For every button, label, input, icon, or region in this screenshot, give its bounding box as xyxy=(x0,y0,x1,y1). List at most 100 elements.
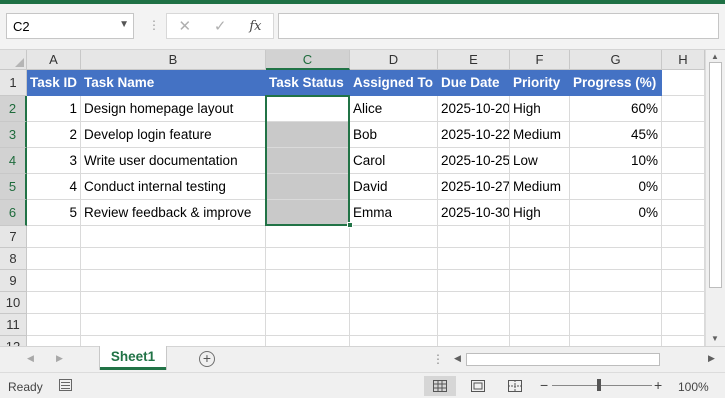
table-cell[interactable]: 3 xyxy=(27,148,81,174)
row-header-4[interactable]: 4 xyxy=(0,148,27,174)
empty-cell[interactable] xyxy=(266,314,350,336)
empty-cell[interactable] xyxy=(266,226,350,248)
empty-cell[interactable] xyxy=(662,336,705,346)
column-header-a[interactable]: A xyxy=(27,50,81,70)
select-all-button[interactable] xyxy=(0,50,27,70)
header-cell[interactable]: Priority xyxy=(510,70,570,96)
sheet-tab-sheet1[interactable]: Sheet1 xyxy=(100,346,166,370)
task-status-cell[interactable] xyxy=(266,174,350,200)
empty-cell[interactable] xyxy=(27,292,81,314)
normal-view-button[interactable] xyxy=(424,376,456,396)
scroll-right-icon[interactable]: ▶ xyxy=(708,353,715,364)
scroll-left-icon[interactable]: ◀ xyxy=(454,353,461,364)
empty-cell[interactable] xyxy=(266,248,350,270)
task-status-cell[interactable] xyxy=(266,122,350,148)
empty-cell[interactable] xyxy=(662,292,705,314)
empty-cell[interactable] xyxy=(510,314,570,336)
table-cell[interactable]: Emma xyxy=(350,200,438,226)
table-cell[interactable]: 10% xyxy=(570,148,662,174)
row-header-10[interactable]: 10 xyxy=(0,292,27,314)
tab-splitter-icon[interactable]: ⋮ xyxy=(432,352,444,366)
header-cell[interactable]: Assigned To xyxy=(350,70,438,96)
table-cell[interactable]: Design homepage layout xyxy=(81,96,266,122)
empty-cell[interactable] xyxy=(510,226,570,248)
empty-cell[interactable] xyxy=(662,122,705,148)
row-header-6[interactable]: 6 xyxy=(0,200,27,226)
page-break-view-button[interactable] xyxy=(499,376,531,396)
header-cell[interactable]: Task ID xyxy=(27,70,81,96)
table-cell[interactable]: David xyxy=(350,174,438,200)
table-cell[interactable]: Low xyxy=(510,148,570,174)
column-header-d[interactable]: D xyxy=(350,50,438,70)
zoom-slider[interactable] xyxy=(552,385,652,386)
row-header-7[interactable]: 7 xyxy=(0,226,27,248)
row-header-1[interactable]: 1 xyxy=(0,70,27,96)
empty-cell[interactable] xyxy=(81,314,266,336)
zoom-out-icon[interactable]: − xyxy=(540,377,548,393)
table-cell[interactable]: Medium xyxy=(510,174,570,200)
empty-cell[interactable] xyxy=(27,270,81,292)
row-header-11[interactable]: 11 xyxy=(0,314,27,336)
empty-cell[interactable] xyxy=(510,292,570,314)
empty-cell[interactable] xyxy=(27,226,81,248)
task-status-cell[interactable] xyxy=(266,96,350,122)
table-cell[interactable]: Write user documentation xyxy=(81,148,266,174)
empty-cell[interactable] xyxy=(438,292,510,314)
column-header-b[interactable]: B xyxy=(81,50,266,70)
row-header-5[interactable]: 5 xyxy=(0,174,27,200)
empty-cell[interactable] xyxy=(81,270,266,292)
empty-cell[interactable] xyxy=(662,148,705,174)
table-cell[interactable]: Carol xyxy=(350,148,438,174)
table-cell[interactable]: 0% xyxy=(570,174,662,200)
empty-cell[interactable] xyxy=(570,248,662,270)
table-cell[interactable]: 2025-10-30 xyxy=(438,200,510,226)
formula-input[interactable] xyxy=(278,13,719,39)
column-header-e[interactable]: E xyxy=(438,50,510,70)
header-cell[interactable]: Due Date xyxy=(438,70,510,96)
empty-cell[interactable] xyxy=(662,70,705,96)
column-header-h[interactable]: H xyxy=(662,50,705,70)
empty-cell[interactable] xyxy=(266,336,350,346)
scroll-up-icon[interactable]: ▲ xyxy=(711,52,719,61)
empty-cell[interactable] xyxy=(81,226,266,248)
column-header-c[interactable]: C xyxy=(266,50,350,70)
empty-cell[interactable] xyxy=(570,226,662,248)
table-cell[interactable]: Develop login feature xyxy=(81,122,266,148)
empty-cell[interactable] xyxy=(350,336,438,346)
row-header-12[interactable]: 12 xyxy=(0,336,27,346)
scroll-down-icon[interactable]: ▼ xyxy=(711,334,719,343)
column-header-f[interactable]: F xyxy=(510,50,570,70)
next-sheet-icon[interactable]: ▶ xyxy=(56,353,63,364)
table-cell[interactable]: High xyxy=(510,200,570,226)
table-cell[interactable]: Conduct internal testing xyxy=(81,174,266,200)
row-header-9[interactable]: 9 xyxy=(0,270,27,292)
empty-cell[interactable] xyxy=(662,226,705,248)
header-cell[interactable]: Progress (%) xyxy=(570,70,662,96)
page-layout-view-button[interactable] xyxy=(462,376,494,396)
row-header-8[interactable]: 8 xyxy=(0,248,27,270)
task-status-cell[interactable] xyxy=(266,200,350,226)
table-cell[interactable]: Alice xyxy=(350,96,438,122)
empty-cell[interactable] xyxy=(81,292,266,314)
empty-cell[interactable] xyxy=(350,248,438,270)
horizontal-scroll-thumb[interactable] xyxy=(466,353,660,366)
empty-cell[interactable] xyxy=(570,292,662,314)
table-cell[interactable]: 45% xyxy=(570,122,662,148)
table-cell[interactable]: High xyxy=(510,96,570,122)
fill-handle[interactable] xyxy=(347,222,353,228)
empty-cell[interactable] xyxy=(510,270,570,292)
vertical-scrollbar[interactable]: ▲ ▼ xyxy=(705,50,725,346)
empty-cell[interactable] xyxy=(570,336,662,346)
table-cell[interactable]: Bob xyxy=(350,122,438,148)
insert-function-icon[interactable]: fx xyxy=(249,19,261,34)
zoom-slider-knob[interactable] xyxy=(597,379,601,391)
table-cell[interactable]: 2025-10-27 xyxy=(438,174,510,200)
empty-cell[interactable] xyxy=(81,248,266,270)
table-cell[interactable]: 2025-10-25 xyxy=(438,148,510,174)
empty-cell[interactable] xyxy=(438,314,510,336)
empty-cell[interactable] xyxy=(350,226,438,248)
empty-cell[interactable] xyxy=(510,336,570,346)
table-cell[interactable]: 60% xyxy=(570,96,662,122)
prev-sheet-icon[interactable]: ◀ xyxy=(27,353,34,364)
cancel-icon[interactable]: ✕ xyxy=(178,17,191,35)
